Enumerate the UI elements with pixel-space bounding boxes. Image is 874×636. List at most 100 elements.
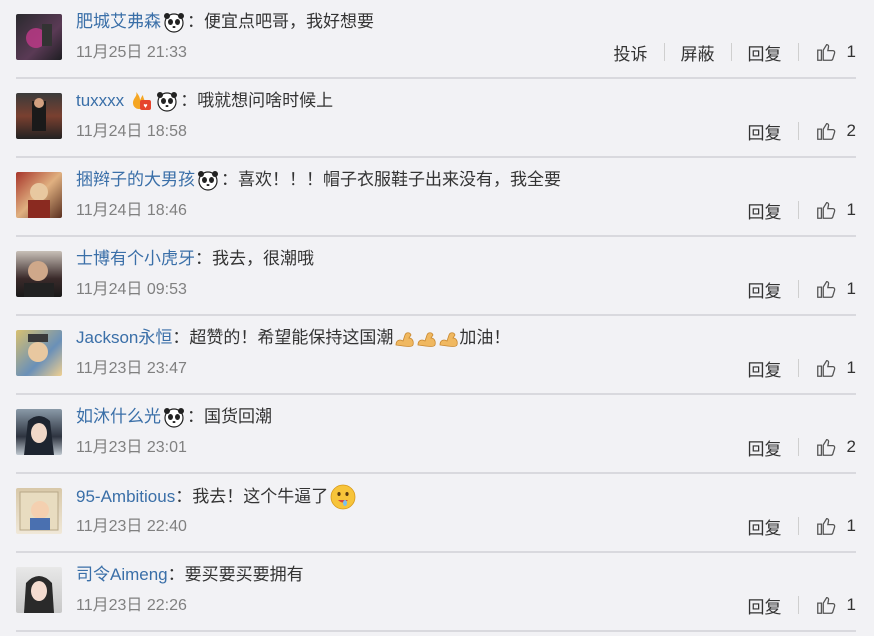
timestamp: 11月24日 18:58 [76,123,187,140]
reply-button[interactable]: 回复 [748,277,782,302]
comment-row: 如沐什么光 ： 国货回潮 11月23日 23:01 回复 2 [16,395,856,474]
separator: ： [172,328,190,347]
thumbs-up-icon [816,439,835,456]
reply-button[interactable]: 回复 [748,119,782,144]
divider [663,43,665,61]
comment-content: 肥城艾弗森 ： 便宜点吧哥，我好想要 [76,10,374,34]
panda-badge-icon [156,90,178,112]
avatar[interactable] [16,251,62,297]
thumbs-up-icon [816,44,835,61]
like-button[interactable]: 2 [815,436,856,458]
comment-list: 肥城艾弗森 ： 便宜点吧哥，我好想要 11月25日 21:33 投诉 屏蔽 回复… [0,0,874,636]
reply-button[interactable]: 回复 [748,40,782,65]
reply-button[interactable]: 回复 [748,356,782,381]
comment-text: 超赞的！希望能保持这国潮 [189,328,394,347]
comment-content: 如沐什么光 ： 国货回潮 [76,405,272,429]
comment-actions: 投诉 屏蔽 回复 1 [614,40,856,64]
like-button[interactable]: 1 [815,41,856,63]
avatar[interactable] [16,172,62,218]
comment-text-suffix: 加油！ [459,328,511,347]
comment-row: 士博有个小虎牙 ： 我去，很潮哦 11月24日 09:53 回复 1 [16,237,856,316]
thumbs-up-icon [816,202,835,219]
block-button[interactable]: 屏蔽 [681,40,715,65]
comment-content: 司令Aimeng ： 要买要买要拥有 [76,563,304,587]
avatar[interactable] [16,93,62,139]
username-link[interactable]: Jackson永恒 [76,326,172,350]
flexed-biceps-emoji [393,327,415,349]
comment-actions: 回复 1 [748,514,856,538]
username-link[interactable]: 捆辫子的大男孩 [76,168,195,192]
divider [797,596,799,614]
comment-text: 国货回潮 [204,407,272,426]
comment-actions: 回复 1 [748,277,856,301]
comment-actions: 回复 1 [748,198,856,222]
reply-button[interactable]: 回复 [748,435,782,460]
username-link[interactable]: tuxxxx [76,89,124,113]
like-count: 1 [846,595,856,614]
divider [797,122,799,140]
reply-button[interactable]: 回复 [748,514,782,539]
separator: ： [175,487,193,506]
report-button[interactable]: 投诉 [614,40,648,65]
like-count: 2 [846,121,856,140]
flame-badge-icon: ♥ [126,90,152,112]
separator: ： [187,407,204,426]
like-button[interactable]: 1 [815,278,856,300]
svg-text:♥: ♥ [144,103,148,110]
username-link[interactable]: 司令Aimeng [76,563,168,587]
separator: ： [167,565,185,584]
separator: ： [195,249,212,268]
username-link[interactable]: 士博有个小虎牙 [76,247,195,271]
comment-row: tuxxxx ♥ ： 哦就想问啥时候上 11月24日 18:58 回复 2 [16,79,856,158]
comment-row: Jackson永恒 ： 超赞的！希望能保持这国潮 加油！ 11月23日 23:4… [16,316,856,395]
comment-content: 士博有个小虎牙 ： 我去，很潮哦 [76,247,314,271]
separator: ： [221,170,238,189]
like-count: 1 [846,200,856,219]
like-button[interactable]: 1 [815,199,856,221]
avatar[interactable] [16,409,62,455]
reply-button[interactable]: 回复 [748,593,782,618]
timestamp: 11月23日 22:40 [76,518,187,535]
timestamp: 11月23日 23:47 [76,360,187,377]
like-button[interactable]: 1 [815,594,856,616]
separator: ： [187,12,204,31]
like-count: 1 [846,279,856,298]
comment-text: 我去！这个牛逼了 [192,487,329,506]
divider [797,359,799,377]
timestamp: 11月23日 23:01 [76,439,187,456]
comment-row: 95-Ambitious ： 我去！这个牛逼了 11月23日 22:40 回复 … [16,474,856,553]
thumbs-up-icon [816,518,835,535]
username-link[interactable]: 如沐什么光 [76,405,161,429]
comment-row: 肥城艾弗森 ： 便宜点吧哥，我好想要 11月25日 21:33 投诉 屏蔽 回复… [16,0,856,79]
like-button[interactable]: 1 [815,357,856,379]
divider [797,43,799,61]
thumbs-up-icon [816,597,835,614]
flexed-biceps-emoji [415,327,437,349]
like-button[interactable]: 1 [815,515,856,537]
timestamp: 11月24日 18:46 [76,202,187,219]
avatar[interactable] [16,330,62,376]
like-button[interactable]: 2 [815,120,856,142]
comment-actions: 回复 1 [748,593,856,617]
like-count: 2 [846,437,856,456]
avatar[interactable] [16,488,62,534]
panda-badge-icon [197,169,219,191]
flexed-biceps-emoji [437,327,459,349]
divider [797,280,799,298]
avatar[interactable] [16,14,62,60]
comment-content: 捆辫子的大男孩 ： 喜欢！！！帽子衣服鞋子出来没有，我全要 [76,168,561,192]
drooling-face-emoji [330,484,356,510]
separator: ： [180,91,198,110]
comment-actions: 回复 2 [748,435,856,459]
avatar[interactable] [16,567,62,613]
comment-actions: 回复 1 [748,356,856,380]
username-link[interactable]: 肥城艾弗森 [76,10,161,34]
divider [797,438,799,456]
like-count: 1 [846,516,856,535]
comment-text: 要买要买要拥有 [184,565,304,584]
username-link[interactable]: 95-Ambitious [76,485,175,509]
reply-button[interactable]: 回复 [748,198,782,223]
comment-content: 95-Ambitious ： 我去！这个牛逼了 [76,484,358,510]
comment-row: 捆辫子的大男孩 ： 喜欢！！！帽子衣服鞋子出来没有，我全要 11月24日 18:… [16,158,856,237]
timestamp: 11月24日 09:53 [76,281,187,298]
